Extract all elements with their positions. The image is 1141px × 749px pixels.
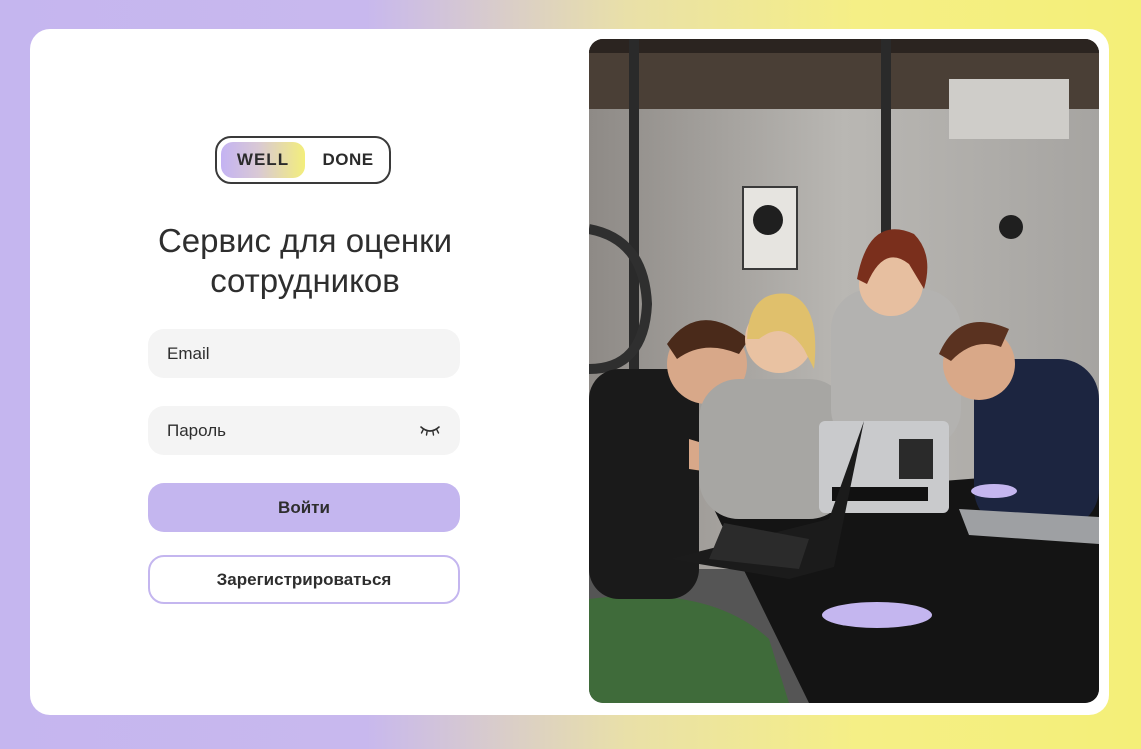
- team-photo-illustration: [589, 39, 1099, 703]
- password-placeholder: Пароль: [167, 420, 226, 440]
- page-title: Сервис для оценки сотрудников: [130, 221, 480, 301]
- login-card: WELL DONE Сервис для оценки сотрудников …: [30, 29, 1109, 715]
- page-title-line-2: сотрудников: [210, 262, 400, 299]
- page-title-line-1: Сервис для оценки: [157, 222, 453, 259]
- email-placeholder: Email: [167, 343, 210, 363]
- logo-done: DONE: [322, 150, 374, 169]
- logo-well: WELL: [221, 142, 305, 178]
- password-field[interactable]: Пароль: [148, 406, 460, 455]
- eye-closed-icon[interactable]: [419, 424, 441, 438]
- logo: WELL DONE: [215, 136, 391, 184]
- email-field[interactable]: Email: [148, 329, 460, 378]
- team-photo: [589, 39, 1099, 703]
- register-button[interactable]: Зарегистрироваться: [148, 555, 460, 604]
- login-button[interactable]: Войти: [148, 483, 460, 532]
